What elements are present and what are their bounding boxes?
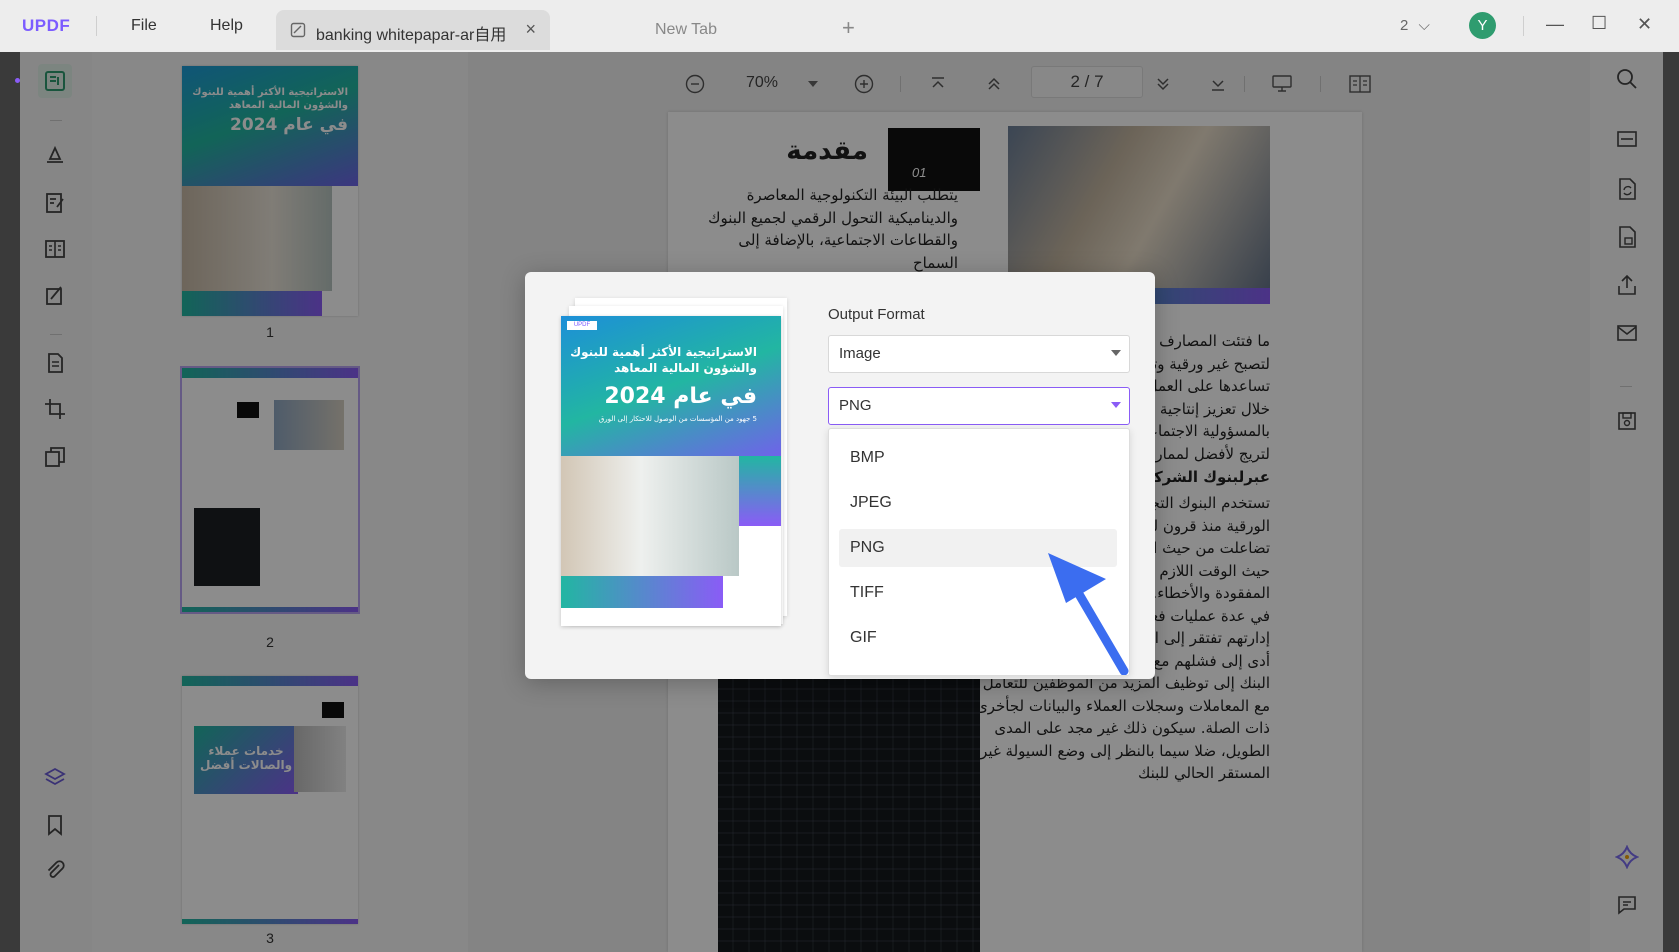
minimize-icon[interactable]: — [1546,14,1564,35]
close-window-icon[interactable]: ✕ [1637,14,1652,35]
preview-logo-badge: UPDF [567,321,597,330]
preview-footer-bar [561,576,723,608]
divider [1523,16,1524,36]
close-tab-icon[interactable]: × [525,19,536,40]
user-avatar[interactable]: Y [1469,12,1496,39]
preview-side-bar [739,456,781,526]
window-count: 2 [1400,17,1409,34]
option-bmp[interactable]: BMP [839,439,1117,477]
output-format-value: Image [839,345,881,362]
menu-help[interactable]: Help [210,17,243,35]
image-type-value: PNG [839,397,872,414]
option-jpeg[interactable]: JPEG [839,484,1117,522]
option-label: GIF [850,629,877,646]
menu-file[interactable]: File [131,17,157,35]
option-label: JPEG [850,494,892,511]
window-switcher[interactable]: 2 ⌵ [1400,17,1430,34]
chevron-down-icon [1111,402,1121,408]
chevron-down-icon: ⌵ [1418,17,1430,34]
preview-cover: UPDF الاستراتيجية الأكثر أهمية للبنوك وا… [561,316,781,626]
chevron-down-icon [1111,350,1121,356]
maximize-icon[interactable]: ☐ [1591,13,1607,34]
preview-title-line1: الاستراتيجية الأكثر أهمية للبنوك [570,345,757,359]
tab-new[interactable]: New Tab [655,21,717,39]
updf-app: UPDF File Help banking whitepapar-ar自用 ×… [0,0,1679,952]
preview-photo [561,456,739,576]
preview-year: في عام 2024 [604,384,757,409]
logo-text: UPDF [22,16,71,35]
window-edge [1663,52,1679,952]
app-logo: UPDF [22,16,70,36]
tab-document[interactable]: banking whitepapar-ar自用 × [276,10,550,50]
preview-title-line2: والشؤون المالية المعاهد [614,361,757,375]
option-label: PNG [850,539,885,556]
image-type-select[interactable]: PNG [828,387,1130,425]
add-tab-icon[interactable]: + [842,15,855,41]
output-format-select[interactable]: Image [828,335,1130,373]
option-label: BMP [850,449,885,466]
title-bar: UPDF File Help banking whitepapar-ar自用 ×… [0,0,1679,52]
preview-subtitle: 5 جهود من المؤسسات من الوصول للاحتكار إل… [598,415,757,423]
divider [96,16,97,36]
page-preview: UPDF الاستراتيجية الأكثر أهمية للبنوك وا… [561,298,787,626]
pointer-arrow-icon [1048,553,1129,675]
output-format-label: Output Format [828,306,925,323]
preview-title: الاستراتيجية الأكثر أهمية للبنوك والشؤون… [567,344,757,424]
tab-title: banking whitepapar-ar自用 [316,27,507,44]
document-edit-icon [290,22,306,43]
option-label: TIFF [850,584,884,601]
